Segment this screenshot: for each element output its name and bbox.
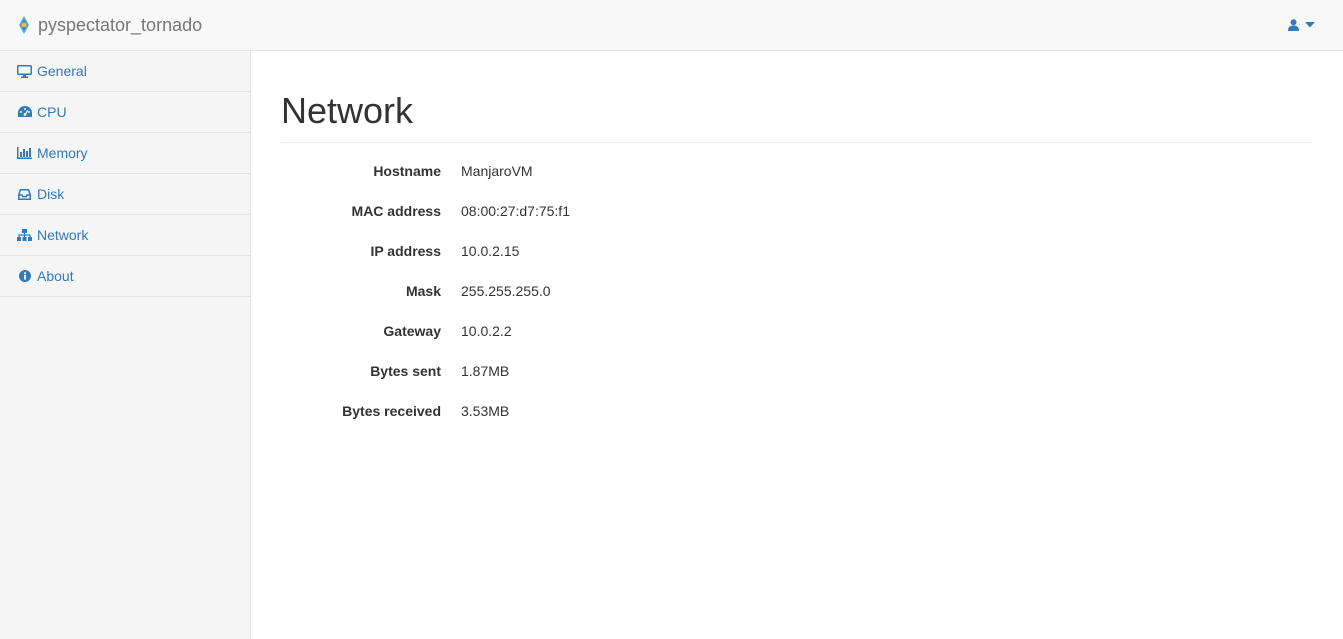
info-value: 10.0.2.2 — [461, 323, 512, 339]
caret-down-icon — [1305, 22, 1315, 28]
sidebar: General CPU Memory Disk Network About — [0, 51, 251, 639]
info-label: IP address — [370, 243, 441, 259]
brand-logo-icon — [17, 16, 31, 34]
info-row-ip-address: IP address 10.0.2.15 — [281, 243, 1312, 283]
sidebar-item-memory[interactable]: Memory — [0, 133, 250, 174]
info-value: 3.53MB — [461, 403, 510, 419]
info-row-bytes-received: Bytes received 3.53MB — [281, 403, 1312, 443]
info-value: 1.87MB — [461, 363, 510, 379]
info-label: Bytes sent — [370, 363, 441, 379]
info-row-mac-address: MAC address 08:00:27:d7:75:f1 — [281, 203, 1312, 243]
inbox-icon — [17, 187, 32, 201]
sidebar-item-label: CPU — [37, 104, 67, 120]
sitemap-icon — [17, 228, 32, 242]
sidebar-item-label: About — [37, 268, 74, 284]
info-row-gateway: Gateway 10.0.2.2 — [281, 323, 1312, 363]
network-info-list: Hostname ManjaroVM MAC address 08:00:27:… — [281, 163, 1312, 443]
sidebar-item-label: General — [37, 63, 87, 79]
info-value: 255.255.255.0 — [461, 283, 551, 299]
sidebar-item-network[interactable]: Network — [0, 215, 250, 256]
info-value: 08:00:27:d7:75:f1 — [461, 203, 570, 219]
brand-title: pyspectator_tornado — [38, 14, 203, 35]
info-circle-icon — [17, 269, 32, 283]
sidebar-item-general[interactable]: General — [0, 51, 250, 92]
top-navbar: pyspectator_tornado — [0, 0, 1343, 51]
sidebar-item-disk[interactable]: Disk — [0, 174, 250, 215]
info-value: ManjaroVM — [461, 163, 533, 179]
info-label: MAC address — [351, 203, 441, 219]
info-row-bytes-sent: Bytes sent 1.87MB — [281, 363, 1312, 403]
desktop-icon — [17, 64, 32, 78]
info-label: Mask — [405, 283, 441, 299]
brand-link[interactable]: pyspectator_tornado — [17, 0, 202, 50]
dashboard-icon — [17, 105, 32, 119]
sidebar-item-label: Disk — [37, 186, 65, 202]
info-label: Hostname — [373, 163, 441, 179]
info-value: 10.0.2.15 — [461, 243, 520, 259]
info-row-hostname: Hostname ManjaroVM — [281, 163, 1312, 203]
info-label: Bytes received — [342, 403, 441, 419]
sidebar-item-about[interactable]: About — [0, 256, 250, 297]
user-menu-toggle[interactable] — [1288, 0, 1315, 50]
page-title: Network — [281, 89, 1312, 143]
bar-chart-icon — [17, 146, 32, 160]
sidebar-item-cpu[interactable]: CPU — [0, 92, 250, 133]
info-row-mask: Mask 255.255.255.0 — [281, 283, 1312, 323]
main-content: Network Hostname ManjaroVM MAC address 0… — [281, 51, 1312, 443]
user-icon — [1288, 19, 1299, 31]
sidebar-item-label: Memory — [37, 145, 88, 161]
info-label: Gateway — [383, 323, 441, 339]
sidebar-item-label: Network — [37, 227, 89, 243]
